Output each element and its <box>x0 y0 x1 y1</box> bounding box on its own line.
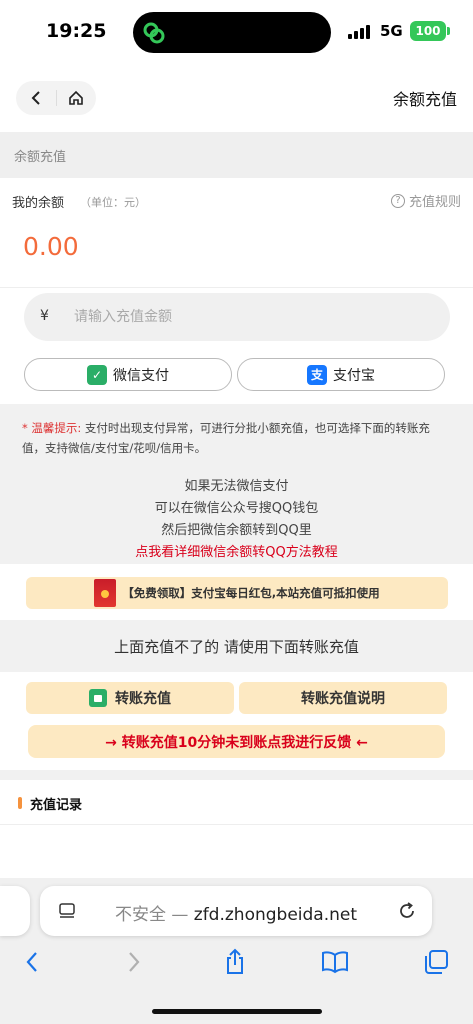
browser-toolbar <box>0 940 473 984</box>
alipay-label: 支付宝 <box>333 367 375 384</box>
share-icon <box>227 948 243 974</box>
warm-tip: * 温馨提示: 支付时出现支付异常，可进行分批小额充值，也可选择下面的转账充值，… <box>22 418 452 458</box>
signal-icon <box>348 25 374 39</box>
tutorial-link[interactable]: 点我看详细微信余额转QQ方法教程 <box>0 542 473 564</box>
previous-tab-peek[interactable] <box>0 886 30 936</box>
recharge-form: ¥ ✓ 微信支付 支 支付宝 <box>0 288 473 398</box>
currency-symbol: ¥ <box>40 308 49 324</box>
page-title: 余额充值 <box>392 90 457 109</box>
wechat-pay-button[interactable]: ✓ 微信支付 <box>24 358 232 391</box>
chevron-left-icon <box>31 91 40 105</box>
balance-unit: （单位：元） <box>80 196 146 209</box>
wechat-help: 如果无法微信支付 可以在微信公众号搜QQ钱包 然后把微信余额转到QQ里 点我看详… <box>0 476 473 564</box>
browser-forward-button[interactable] <box>118 946 150 978</box>
free-red-packet-banner[interactable]: 【免费领取】支付宝每日红包,本站充值可抵扣使用 <box>26 577 448 609</box>
balance-card: 我的余额 （单位：元） ? 充值规则 0.00 <box>0 178 473 288</box>
spacer <box>0 770 473 780</box>
home-button[interactable] <box>56 81 96 115</box>
share-button[interactable] <box>219 946 251 978</box>
back-button[interactable] <box>16 81 56 115</box>
wechat-help-line3: 然后把微信余额转到QQ里 <box>161 523 312 538</box>
section-title: 余额充值 <box>14 150 67 165</box>
transfer-recharge-label: 转账充值 <box>115 691 171 707</box>
home-icon <box>69 90 83 105</box>
recharge-records: 充值记录 <box>0 780 473 878</box>
status-time: 19:25 <box>46 20 107 42</box>
question-icon: ? <box>390 193 405 208</box>
book-icon <box>322 951 348 974</box>
home-indicator <box>152 1009 322 1014</box>
transfer-recharge-button[interactable]: 转账充值 <box>26 682 234 714</box>
notice-box: * 温馨提示: 支付时出现支付异常，可进行分批小额充值，也可选择下面的转账充值，… <box>0 404 473 564</box>
bank-transfer-icon <box>89 689 107 707</box>
warm-tip-label: * 温馨提示: <box>22 421 82 435</box>
address-bar[interactable]: 不安全 — zfd.zhongbeida.net <box>40 886 432 936</box>
chevron-left-icon <box>26 952 37 972</box>
alipay-button[interactable]: 支 支付宝 <box>237 358 445 391</box>
dynamic-island <box>133 12 331 53</box>
records-title: 充值记录 <box>30 798 83 813</box>
warm-tip-text: 支付时出现支付异常，可进行分批小额充值，也可选择下面的转账充值，支持微信/支付宝… <box>22 421 430 455</box>
page-header: 余额充值 <box>0 64 473 132</box>
tabs-icon <box>425 950 448 974</box>
network-label: 5G <box>380 22 403 40</box>
amount-input[interactable] <box>74 293 434 341</box>
records-header: 充值记录 <box>0 780 473 825</box>
wechat-help-line1: 如果无法微信支付 <box>184 479 289 494</box>
recharge-rules-label: 充值规则 <box>408 195 461 210</box>
link-icon <box>143 22 165 44</box>
battery-icon: 100 <box>410 21 446 41</box>
wechat-pay-label: 微信支付 <box>113 367 169 384</box>
feedback-button[interactable]: → 转账充值10分钟未到账点我进行反馈 ← <box>28 725 445 758</box>
status-bar: 19:25 5G 100 <box>0 0 473 64</box>
battery-cap <box>447 27 450 35</box>
balance-label: 我的余额 <box>12 196 65 211</box>
reload-icon[interactable] <box>396 900 418 922</box>
red-packet-icon <box>94 579 117 607</box>
insecure-label: 不安全 — <box>114 905 189 925</box>
notice-section: * 温馨提示: 支付时出现支付异常，可进行分批小额充值，也可选择下面的转账充值，… <box>0 398 473 570</box>
free-banner-text: 【免费领取】支付宝每日红包,本站充值可抵扣使用 <box>122 586 380 600</box>
nav-pill <box>16 81 96 115</box>
transfer-notice: 上面充值不了的 请使用下面转账充值 <box>0 620 473 672</box>
balance-value: 0.00 <box>23 232 79 261</box>
browser-chrome: 不安全 — zfd.zhongbeida.net <box>0 878 473 1024</box>
banner-strip: 【免费领取】支付宝每日红包,本站充值可抵扣使用 <box>0 570 473 620</box>
chevron-right-icon <box>129 952 140 972</box>
url-domain: zfd.zhongbeida.net <box>193 905 358 925</box>
transfer-notice-text: 上面充值不了的 请使用下面转账充值 <box>114 638 359 656</box>
transfer-instructions-button[interactable]: 转账充值说明 <box>239 682 447 714</box>
transfer-section: 转账充值 转账充值说明 → 转账充值10分钟未到账点我进行反馈 ← <box>0 672 473 770</box>
bookmarks-button[interactable] <box>319 946 351 978</box>
browser-back-button[interactable] <box>16 946 48 978</box>
wechat-pay-icon: ✓ <box>87 364 107 385</box>
recharge-rules-link[interactable]: ? 充值规则 <box>390 191 461 210</box>
alipay-icon: 支 <box>307 364 327 385</box>
tabs-button[interactable] <box>420 946 452 978</box>
records-accent-bar <box>18 797 22 809</box>
transfer-instructions-label: 转账充值说明 <box>301 691 385 707</box>
section-header: 余额充值 <box>0 132 473 178</box>
wechat-help-line2: 可以在微信公众号搜QQ钱包 <box>154 501 319 516</box>
amount-field: ¥ <box>24 293 450 341</box>
url-text: 不安全 — zfd.zhongbeida.net <box>40 900 432 925</box>
